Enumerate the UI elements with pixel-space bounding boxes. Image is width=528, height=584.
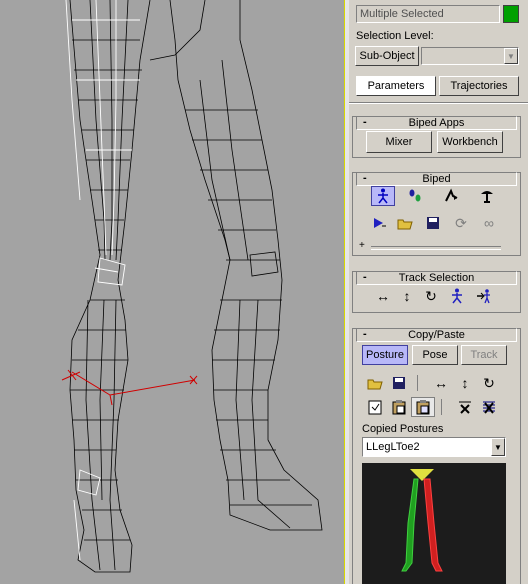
figure-mode-icon[interactable] bbox=[371, 186, 395, 206]
biped-playback-icon[interactable] bbox=[367, 213, 391, 233]
panel-divider bbox=[349, 102, 528, 104]
leg-wireframe-mesh bbox=[61, 0, 323, 573]
move-all-mode-icon[interactable]: ∞ bbox=[477, 213, 501, 233]
leg-preview-image bbox=[401, 469, 443, 572]
perspective-viewport[interactable] bbox=[0, 0, 344, 584]
collapse-icon: - bbox=[363, 172, 367, 184]
save-file-icon[interactable] bbox=[421, 213, 445, 233]
copy-posture-icon[interactable] bbox=[363, 397, 387, 417]
paste-opposite-icon[interactable] bbox=[411, 397, 435, 417]
selection-level-label: Selection Level: bbox=[356, 30, 434, 42]
footstep-mode-icon[interactable] bbox=[403, 186, 427, 206]
collapse-icon: - bbox=[363, 116, 367, 128]
paste-horizontal-icon[interactable]: ↔ bbox=[429, 373, 453, 393]
rollout-biped-header[interactable]: - Biped bbox=[356, 172, 517, 186]
expand-plus[interactable]: + bbox=[359, 240, 365, 251]
motion-flow-icon[interactable] bbox=[439, 186, 463, 206]
paste-vertical-icon[interactable]: ↕ bbox=[453, 373, 477, 393]
chevron-down-icon[interactable]: ▼ bbox=[504, 48, 518, 64]
command-panel: Multiple Selected Selection Level: Sub-O… bbox=[349, 0, 528, 584]
track-button[interactable]: Track bbox=[461, 345, 507, 365]
sub-object-button[interactable]: Sub-Object bbox=[355, 46, 419, 66]
rollout-copy-paste: - Copy/Paste Posture Pose Track ↔ ↕ ↻ Co… bbox=[352, 328, 521, 584]
save-collection-icon[interactable] bbox=[387, 373, 411, 393]
mixer-mode-icon[interactable] bbox=[475, 186, 499, 206]
collapse-icon: - bbox=[363, 271, 367, 283]
delete-selected-icon[interactable] bbox=[453, 397, 477, 417]
tab-parameters[interactable]: Parameters bbox=[356, 76, 436, 96]
rollout-copy-paste-header[interactable]: - Copy/Paste bbox=[356, 328, 517, 342]
rollout-biped-apps: - Biped Apps Mixer Workbench bbox=[352, 116, 521, 158]
copied-postures-value: LLegLToe2 bbox=[366, 441, 420, 453]
object-color-swatch[interactable] bbox=[503, 5, 519, 23]
chevron-down-icon[interactable]: ▼ bbox=[491, 438, 505, 456]
rollout-track-selection-header[interactable]: - Track Selection bbox=[356, 271, 517, 285]
rollout-biped: - Biped ⟳ ∞ + bbox=[352, 172, 521, 256]
copied-postures-dropdown[interactable]: LLegLToe2 ▼ bbox=[362, 437, 506, 457]
workbench-button[interactable]: Workbench bbox=[437, 131, 503, 153]
load-file-icon[interactable] bbox=[393, 213, 417, 233]
create-collection-icon[interactable] bbox=[363, 373, 387, 393]
posture-button[interactable]: Posture bbox=[362, 345, 408, 365]
biped-separator bbox=[371, 246, 501, 250]
convert-icon[interactable]: ⟳ bbox=[449, 213, 473, 233]
object-name-value: Multiple Selected bbox=[360, 8, 444, 20]
collapse-icon: - bbox=[363, 328, 367, 340]
paste-posture-icon[interactable] bbox=[387, 397, 411, 417]
tab-trajectories[interactable]: Trajectories bbox=[439, 76, 519, 96]
object-name-field[interactable]: Multiple Selected bbox=[356, 5, 500, 23]
pose-button[interactable]: Pose bbox=[412, 345, 458, 365]
delete-all-icon[interactable] bbox=[477, 397, 501, 417]
toolbar-separator bbox=[417, 375, 418, 391]
toolbar-separator bbox=[441, 399, 442, 415]
body-rotation-icon[interactable]: ↻ bbox=[419, 286, 443, 306]
body-horizontal-icon[interactable]: ↔ bbox=[371, 286, 395, 306]
copied-postures-label: Copied Postures bbox=[362, 423, 444, 435]
rollout-biped-apps-header[interactable]: - Biped Apps bbox=[356, 116, 517, 130]
symmetrical-icon[interactable] bbox=[445, 286, 469, 306]
mixer-button[interactable]: Mixer bbox=[366, 131, 432, 153]
sub-object-dropdown[interactable]: ▼ bbox=[421, 47, 519, 65]
body-vertical-icon[interactable]: ↕ bbox=[395, 286, 419, 306]
posture-preview bbox=[362, 463, 506, 584]
rollout-track-selection: - Track Selection ↔ ↕ ↻ bbox=[352, 271, 521, 313]
opposite-icon[interactable] bbox=[471, 286, 495, 306]
paste-rotation-icon[interactable]: ↻ bbox=[477, 373, 501, 393]
